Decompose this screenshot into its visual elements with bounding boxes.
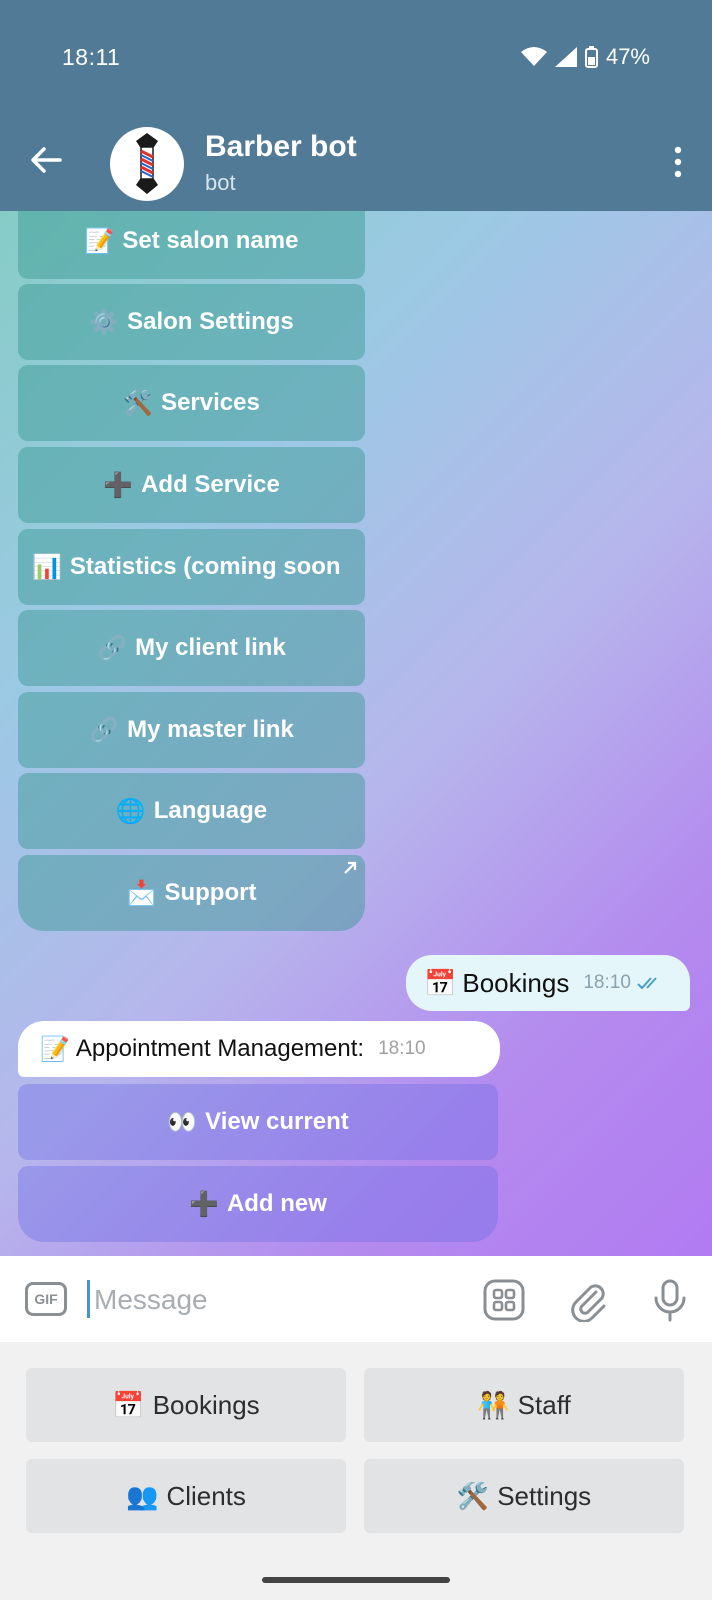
button-label: Staff [517,1389,571,1420]
button-label: Bookings [152,1389,260,1420]
incoming-message[interactable]: 📝 Appointment Management: 18:10 [18,1021,500,1077]
chat-header: Barber bot bot [0,110,712,211]
button-label: Services [161,389,260,416]
gif-icon[interactable]: GIF [25,1282,67,1316]
button-label: Settings [497,1480,592,1511]
status-time: 18:11 [62,44,121,70]
chat-subtitle: bot [205,170,236,195]
home-indicator[interactable] [262,1577,450,1583]
outgoing-message[interactable]: 📅 Bookings 18:10 [406,955,690,1011]
button-label: Statistics (coming soon [69,553,341,580]
inline-button-my-master-link[interactable]: 🔗 My master link [18,692,365,768]
battery-icon [584,46,598,68]
chat-title: Barber bot [205,130,357,163]
barber-pole-icon [136,133,158,194]
calendar-icon: 📅 [424,967,457,998]
bot-avatar[interactable] [110,127,184,201]
tools-icon: 🛠️ [123,389,154,417]
reply-button-clients[interactable]: 👥 Clients [26,1459,346,1533]
busts-icon: 👥 [126,1480,159,1511]
memo-icon: 📝 [40,1035,70,1063]
attach-paperclip-icon[interactable] [566,1278,610,1322]
button-label: Language [153,797,268,824]
more-vert-icon[interactable] [672,146,684,178]
plus-icon: ➕ [103,471,134,499]
inline-button-language[interactable]: 🌐 Language [18,773,365,849]
button-label: Salon Settings [127,308,294,335]
message-input-bar: GIF [0,1256,712,1342]
people-holding-hands-icon: 🧑‍🤝‍🧑 [477,1389,510,1420]
inline-button-statistics[interactable]: 📊 Statistics (coming soon [18,529,365,605]
message-time: 18:10 [378,1038,426,1059]
reply-button-staff[interactable]: 🧑‍🤝‍🧑 Staff [364,1368,684,1442]
chat-area[interactable]: 📝 Set salon name ⚙️ Salon Settings 🛠️ Se… [0,211,712,1256]
reply-keyboard: 📅 Bookings 🧑‍🤝‍🧑 Staff 👥 Clients 🛠️ Sett… [0,1342,712,1600]
button-label: Add new [226,1190,327,1217]
gear-icon: ⚙️ [89,308,120,336]
globe-icon: 🌐 [115,797,146,825]
button-label: Support [164,879,257,906]
battery-percent: 47% [605,44,650,69]
inline-button-my-client-link[interactable]: 🔗 My client link [18,610,365,686]
button-label: My master link [127,716,294,743]
inline-button-set-salon-name[interactable]: 📝 Set salon name [18,211,365,279]
microphone-icon[interactable] [648,1278,692,1322]
plus-icon: ➕ [189,1190,219,1218]
link-icon: 🔗 [97,634,128,662]
button-label: Set salon name [122,227,299,254]
inline-button-view-current[interactable]: 👀 View current [18,1084,498,1160]
signal-icon [554,47,577,67]
inline-button-add-new[interactable]: ➕ Add new [18,1166,498,1242]
status-icons: 47% [520,44,650,70]
tools-icon: 🛠️ [456,1480,490,1511]
reply-button-settings[interactable]: 🛠️ Settings [364,1459,684,1533]
eyes-icon: 👀 [167,1108,198,1136]
double-check-icon [637,977,657,990]
calendar-icon: 📅 [112,1389,145,1420]
message-input[interactable] [92,1276,446,1324]
back-arrow-icon[interactable] [26,140,66,180]
button-label: Add Service [141,471,280,498]
envelope-icon: 📩 [126,879,157,907]
inline-button-add-service[interactable]: ➕ Add Service [18,447,365,523]
wifi-icon [520,47,547,66]
message-text: Bookings [462,967,570,998]
text-cursor [87,1280,90,1318]
link-icon: 🔗 [89,716,120,744]
inline-button-salon-settings[interactable]: ⚙️ Salon Settings [18,284,365,360]
reply-button-bookings[interactable]: 📅 Bookings [26,1368,346,1442]
bar-chart-icon: 📊 [32,553,62,581]
memo-icon: 📝 [84,227,115,255]
inline-button-services[interactable]: 🛠️ Services [18,365,365,441]
button-label: View current [205,1108,349,1135]
message-text: Appointment Management: [75,1035,365,1062]
status-bar: 18:11 47% [0,0,712,110]
keyboard-grid-icon[interactable] [482,1278,526,1322]
button-label: My client link [135,634,286,661]
message-time: 18:10 [583,972,631,993]
inline-button-support[interactable]: 📩 Support [18,855,365,931]
external-link-arrow-icon [344,861,357,874]
button-label: Clients [166,1480,246,1511]
